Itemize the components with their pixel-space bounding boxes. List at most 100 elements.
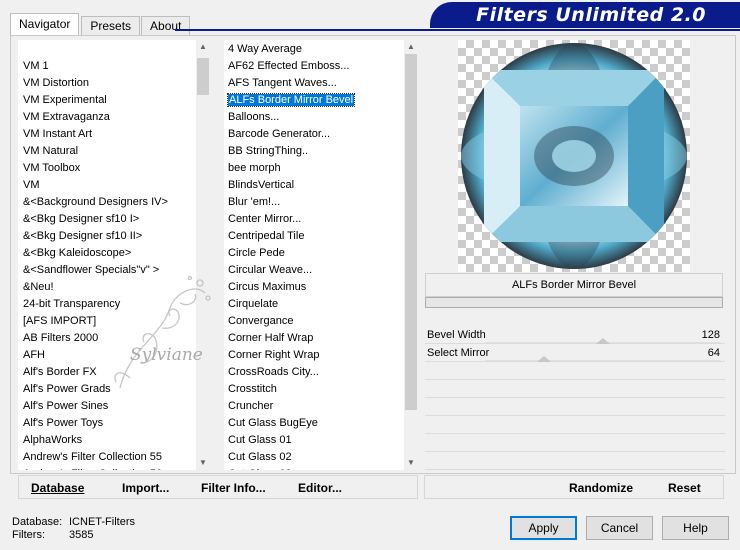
filter-item[interactable]: Circle Pede — [228, 245, 404, 262]
category-item[interactable]: &<Background Designers IV> — [18, 194, 196, 211]
filter-label: Crosstitch — [228, 383, 277, 395]
filter-label: Balloons... — [228, 111, 280, 123]
filter-item[interactable]: Cruncher — [228, 398, 404, 415]
filter-item[interactable]: Crosstitch — [228, 381, 404, 398]
filter-item[interactable]: 4 Way Average — [228, 41, 404, 58]
param-row-empty — [425, 416, 725, 434]
filter-scrollbar[interactable]: ▲ ▼ — [404, 40, 418, 470]
filter-label: Circular Weave... — [228, 264, 313, 276]
filter-label: Cut Glass 01 — [228, 434, 292, 446]
filter-item[interactable]: Circular Weave... — [228, 262, 404, 279]
filter-item[interactable]: Center Mirror... — [228, 211, 404, 228]
category-item[interactable]: &Neu! — [18, 279, 196, 296]
filter-item[interactable]: Blur 'em!... — [228, 194, 404, 211]
tab-about[interactable]: About — [141, 16, 191, 35]
param-row-empty — [425, 398, 725, 416]
scroll-thumb[interactable] — [405, 54, 417, 410]
category-label: VM Toolbox — [23, 162, 81, 174]
category-item[interactable]: &<Bkg Designer sf10 I> — [18, 211, 196, 228]
param-value: 128 — [701, 329, 720, 341]
filter-item[interactable]: Cut Glass 02 — [228, 449, 404, 466]
filter-info-button[interactable]: Filter Info... — [201, 481, 266, 495]
filter-item[interactable]: Balloons... — [228, 109, 404, 126]
scroll-up-arrow-icon[interactable]: ▲ — [196, 40, 210, 54]
category-item[interactable]: Alf's Border FX — [18, 364, 196, 381]
category-label: Alf's Power Sines — [23, 400, 109, 412]
category-item[interactable]: Alf's Power Toys — [18, 415, 196, 432]
category-label: VM 1 — [23, 60, 49, 72]
database-button[interactable]: Database — [31, 481, 84, 495]
category-item[interactable]: Andrew's Filter Collection 55 — [18, 449, 196, 466]
import-button[interactable]: Import... — [122, 481, 169, 495]
cancel-button[interactable]: Cancel — [586, 516, 653, 540]
category-item[interactable]: [AFS IMPORT] — [18, 313, 196, 330]
filter-label: Corner Right Wrap — [228, 349, 320, 361]
category-item[interactable]: AFH — [18, 347, 196, 364]
scroll-thumb[interactable] — [197, 58, 209, 95]
category-item[interactable]: 24-bit Transparency — [18, 296, 196, 313]
filter-item[interactable]: Cirquelate — [228, 296, 404, 313]
filter-item[interactable]: Cut Glass 03 — [228, 466, 404, 470]
category-item[interactable]: VM Distortion — [18, 75, 196, 92]
randomize-button[interactable]: Randomize — [569, 481, 633, 495]
scroll-up-arrow-icon[interactable]: ▲ — [404, 40, 418, 54]
category-label: AFH — [23, 349, 45, 361]
tab-presets[interactable]: Presets — [81, 16, 141, 35]
category-item[interactable]: VM Instant Art — [18, 126, 196, 143]
category-item[interactable]: Andrew's Filter Collection 56 — [18, 466, 196, 470]
filter-item[interactable]: Corner Right Wrap — [228, 347, 404, 364]
category-list[interactable]: VM 1 VM Distortion VM Experimental VM Extra… — [18, 40, 210, 470]
filter-item[interactable]: Convergance — [228, 313, 404, 330]
filter-item[interactable]: Circus Maximus — [228, 279, 404, 296]
param-row-empty — [425, 380, 725, 398]
filter-label: Barcode Generator... — [228, 128, 331, 140]
param-row-select-mirror[interactable]: Select Mirror 64 — [425, 344, 725, 362]
filter-item[interactable]: CrossRoads City... — [228, 364, 404, 381]
category-item[interactable]: VM Toolbox — [18, 160, 196, 177]
title-banner: Filters Unlimited 2.0 — [430, 2, 740, 28]
category-label: VM Distortion — [23, 77, 90, 89]
filter-label: Circus Maximus — [228, 281, 307, 293]
help-button[interactable]: Help — [662, 516, 729, 540]
filter-item[interactable]: ALFs Border Mirror Bevel — [226, 92, 404, 109]
filter-label: Cut Glass 02 — [228, 451, 292, 463]
filter-item[interactable]: AF62 Effected Emboss... — [228, 58, 404, 75]
category-scrollbar[interactable]: ▲ ▼ — [196, 40, 210, 470]
category-item[interactable]: &<Bkg Kaleidoscope> — [18, 245, 196, 262]
apply-button[interactable]: Apply — [510, 516, 577, 540]
category-item[interactable]: VM — [18, 177, 196, 194]
filter-item[interactable]: Barcode Generator... — [228, 126, 404, 143]
category-item[interactable]: VM Experimental — [18, 92, 196, 109]
category-label: Andrew's Filter Collection 56 — [23, 468, 162, 470]
scroll-down-arrow-icon[interactable]: ▼ — [196, 456, 210, 470]
category-item[interactable]: AB Filters 2000 — [18, 330, 196, 347]
param-slider-track[interactable] — [485, 356, 721, 362]
reset-button[interactable]: Reset — [668, 481, 701, 495]
filter-item[interactable]: Cut Glass BugEye — [228, 415, 404, 432]
param-slider-track[interactable] — [485, 338, 721, 344]
category-item[interactable]: Alf's Power Sines — [18, 398, 196, 415]
filters-label: Filters: — [12, 529, 45, 541]
filter-item[interactable]: AFS Tangent Waves... — [228, 75, 404, 92]
scroll-down-arrow-icon[interactable]: ▼ — [404, 456, 418, 470]
filter-label: BB StringThing.. — [228, 145, 309, 157]
category-item[interactable]: VM Extravaganza — [18, 109, 196, 126]
category-label: &<Bkg Designer sf10 I> — [23, 213, 140, 225]
category-item[interactable]: AlphaWorks — [18, 432, 196, 449]
filter-item[interactable]: BlindsVertical — [228, 177, 404, 194]
category-item[interactable]: VM Natural — [18, 143, 196, 160]
category-item[interactable]: VM 1 — [18, 58, 196, 75]
filter-list[interactable]: 4 Way Average AF62 Effected Emboss... AFS … — [224, 40, 418, 470]
filter-item[interactable]: bee morph — [228, 160, 404, 177]
filter-item[interactable]: Cut Glass 01 — [228, 432, 404, 449]
filter-item[interactable]: BB StringThing.. — [228, 143, 404, 160]
param-row-bevel-width[interactable]: Bevel Width 128 — [425, 326, 725, 344]
editor-button[interactable]: Editor... — [298, 481, 342, 495]
filter-item[interactable]: Centripedal Tile — [228, 228, 404, 245]
category-item[interactable]: &<Sandflower Specials"v" > — [18, 262, 196, 279]
category-item[interactable]: &<Bkg Designer sf10 II> — [18, 228, 196, 245]
filter-label: Cruncher — [228, 400, 274, 412]
category-item[interactable]: Alf's Power Grads — [18, 381, 196, 398]
tab-navigator[interactable]: Navigator — [10, 13, 80, 35]
filter-item[interactable]: Corner Half Wrap — [228, 330, 404, 347]
